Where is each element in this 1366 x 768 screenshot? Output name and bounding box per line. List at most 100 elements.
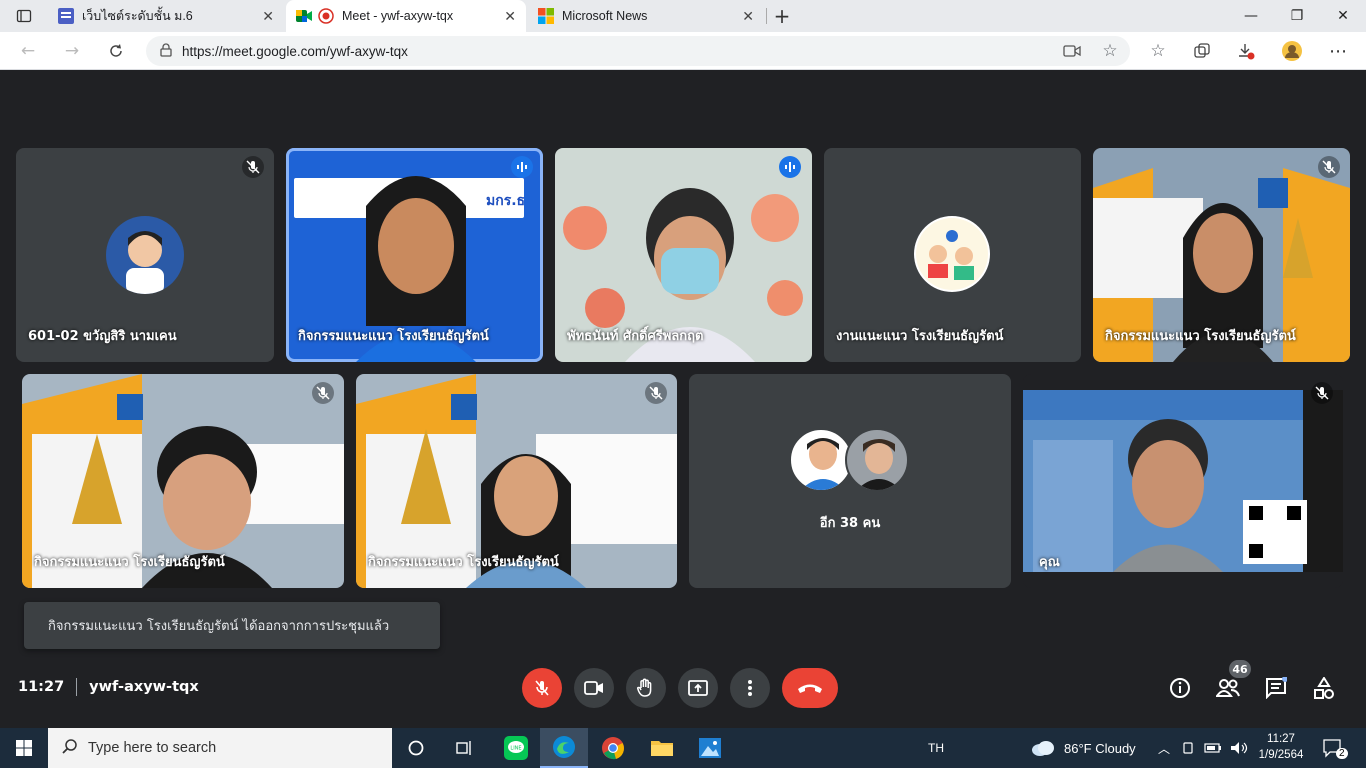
meeting-time: 11:27: [18, 679, 65, 695]
show-hidden-icons[interactable]: ︿: [1158, 728, 1170, 768]
participant-tile[interactable]: พัทธนันท์ ศักดิ์ศรีพลกฤต: [555, 148, 812, 362]
tab-meet[interactable]: Meet - ywf-axyw-tqx ✕: [286, 0, 526, 32]
others-tile[interactable]: อีก 38 คน: [689, 374, 1011, 588]
start-button[interactable]: [0, 728, 48, 768]
participant-tile[interactable]: งานแนะแนว โรงเรียนธัญรัตน์: [824, 148, 1081, 362]
task-view-icon[interactable]: [444, 728, 484, 768]
forward-icon[interactable]: →: [58, 37, 86, 65]
notifications-button[interactable]: 2: [1322, 728, 1348, 768]
close-icon[interactable]: ✕: [742, 8, 754, 25]
participant-tile[interactable]: 601-02 ขวัญสิริ นามเคน: [16, 148, 274, 362]
camera-toggle-button[interactable]: [574, 668, 614, 708]
clock-time: 11:27: [1267, 733, 1295, 745]
tab-actions-icon[interactable]: [10, 2, 38, 30]
divider: [76, 678, 78, 696]
lock-icon: [160, 42, 182, 60]
video-person: [1113, 414, 1223, 572]
chat-icon[interactable]: [1262, 674, 1290, 702]
weather-widget[interactable]: 86°F Cloudy: [1030, 728, 1136, 768]
network-icon[interactable]: [1180, 740, 1196, 756]
tab-divider: [766, 8, 767, 24]
restore-icon[interactable]: ❐: [1274, 0, 1320, 32]
url-text: https://meet.google.com/ywf-axyw-tqx: [182, 43, 408, 59]
battery-icon[interactable]: [1204, 742, 1222, 754]
line-app-icon[interactable]: LINE: [494, 728, 538, 768]
participant-name: กิจกรรมแนะแนว โรงเรียนธัญรัตน์: [34, 555, 225, 570]
participants-icon[interactable]: [1214, 674, 1242, 702]
others-label: อีก 38 คน: [819, 516, 881, 531]
participant-name: พัทธนันท์ ศักดิ์ศรีพลกฤต: [567, 329, 704, 344]
participant-name: 601-02 ขวัญสิริ นามเคน: [28, 329, 177, 344]
system-clock[interactable]: 11:27 1/9/2564: [1252, 731, 1310, 763]
svg-text:LINE: LINE: [510, 746, 521, 752]
tab-title: Microsoft News: [562, 9, 648, 23]
new-tab-icon[interactable]: +: [768, 2, 796, 30]
weather-text: 86°F Cloudy: [1064, 740, 1136, 756]
input-language[interactable]: TH: [928, 728, 944, 768]
raise-hand-button[interactable]: [626, 668, 666, 708]
close-window-icon[interactable]: ✕: [1320, 0, 1366, 32]
meeting-details-icon[interactable]: [1166, 674, 1194, 702]
participant-tile[interactable]: กิจกรรมแนะแนว โรงเรียนธัญรัตน์: [1093, 148, 1350, 362]
left-meeting-toast: กิจกรรมแนะแนว โรงเรียนธัญรัตน์ ได้ออกจาก…: [24, 602, 440, 649]
meet-icon: [296, 8, 312, 24]
more-menu-icon[interactable]: ⋯: [1324, 37, 1352, 65]
search-icon: [62, 738, 78, 758]
file-explorer-icon[interactable]: [640, 728, 684, 768]
favorites-icon[interactable]: ☆: [1144, 37, 1172, 65]
add-favorite-icon[interactable]: ☆: [1096, 37, 1124, 65]
self-tile[interactable]: คุณ: [1023, 374, 1343, 588]
tray-icons: [1180, 728, 1248, 768]
photos-app-icon[interactable]: [688, 728, 732, 768]
back-icon[interactable]: ←: [14, 37, 42, 65]
mic-muted-icon: [242, 156, 264, 178]
edge-app-icon[interactable]: [540, 728, 588, 768]
cloud-icon: [1032, 741, 1054, 756]
mic-toggle-button[interactable]: [522, 668, 562, 708]
more-vert-icon: [748, 680, 752, 696]
chrome-app-icon[interactable]: [590, 728, 636, 768]
downloads-icon[interactable]: [1232, 37, 1260, 65]
tab-school-site[interactable]: เว็บไซต์ระดับชั้น ม.6 ✕: [48, 0, 284, 32]
participant-tile[interactable]: มกร.ธ กิจกรรมแนะแนว โรงเรียนธัญรัตน์: [286, 148, 543, 362]
search-placeholder: Type here to search: [88, 740, 217, 756]
audio-level-icon: [511, 156, 533, 178]
close-icon[interactable]: ✕: [262, 8, 274, 25]
clock-date: 1/9/2564: [1258, 749, 1304, 761]
tab-title: Meet - ywf-axyw-tqx: [342, 9, 454, 23]
camera-permission-icon[interactable]: [1058, 37, 1086, 65]
address-bar[interactable]: https://meet.google.com/ywf-axyw-tqx: [146, 36, 1130, 66]
call-end-icon: [798, 684, 822, 693]
minimize-icon[interactable]: —: [1228, 0, 1274, 32]
more-options-button[interactable]: [730, 668, 770, 708]
leave-call-button[interactable]: [782, 668, 838, 708]
tab-microsoft-news[interactable]: Microsoft News ✕: [528, 0, 764, 32]
close-icon[interactable]: ✕: [504, 8, 516, 25]
taskbar-search[interactable]: Type here to search: [48, 728, 392, 768]
collections-icon[interactable]: [1188, 37, 1216, 65]
mic-muted-icon: [645, 382, 667, 404]
present-screen-button[interactable]: [678, 668, 718, 708]
microsoft-logo-icon: [538, 8, 554, 24]
participant-name: งานแนะแนว โรงเรียนธัญรัตน์: [836, 329, 1004, 344]
refresh-icon[interactable]: [102, 37, 130, 65]
avatar: [914, 216, 990, 292]
tab-title: เว็บไซต์ระดับชั้น ม.6: [82, 9, 193, 23]
participant-name: กิจกรรมแนะแนว โรงเรียนธัญรัตน์: [368, 555, 559, 570]
browser-toolbar: ← → https://meet.google.com/ywf-axyw-tqx…: [0, 32, 1366, 70]
participant-tile[interactable]: กิจกรรมแนะแนว โรงเรียนธัญรัตน์: [356, 374, 677, 588]
browser-tabstrip: เว็บไซต์ระดับชั้น ม.6 ✕ Meet - ywf-axyw-…: [0, 0, 1366, 32]
mic-muted-icon: [1311, 382, 1333, 404]
cortana-icon[interactable]: [396, 728, 436, 768]
participant-name: กิจกรรมแนะแนว โรงเรียนธัญรัตน์: [1105, 329, 1296, 344]
mic-muted-icon: [312, 382, 334, 404]
avatar: [106, 216, 184, 294]
audio-level-icon: [779, 156, 801, 178]
hand-icon: [637, 678, 652, 697]
meeting-details: 11:27 ywf-axyw-tqx: [18, 678, 199, 696]
activities-icon[interactable]: [1310, 674, 1338, 702]
participant-name: คุณ: [1039, 555, 1060, 570]
participant-tile[interactable]: กิจกรรมแนะแนว โรงเรียนธัญรัตน์: [22, 374, 344, 588]
profile-avatar[interactable]: [1278, 37, 1306, 65]
volume-icon[interactable]: [1230, 741, 1248, 755]
